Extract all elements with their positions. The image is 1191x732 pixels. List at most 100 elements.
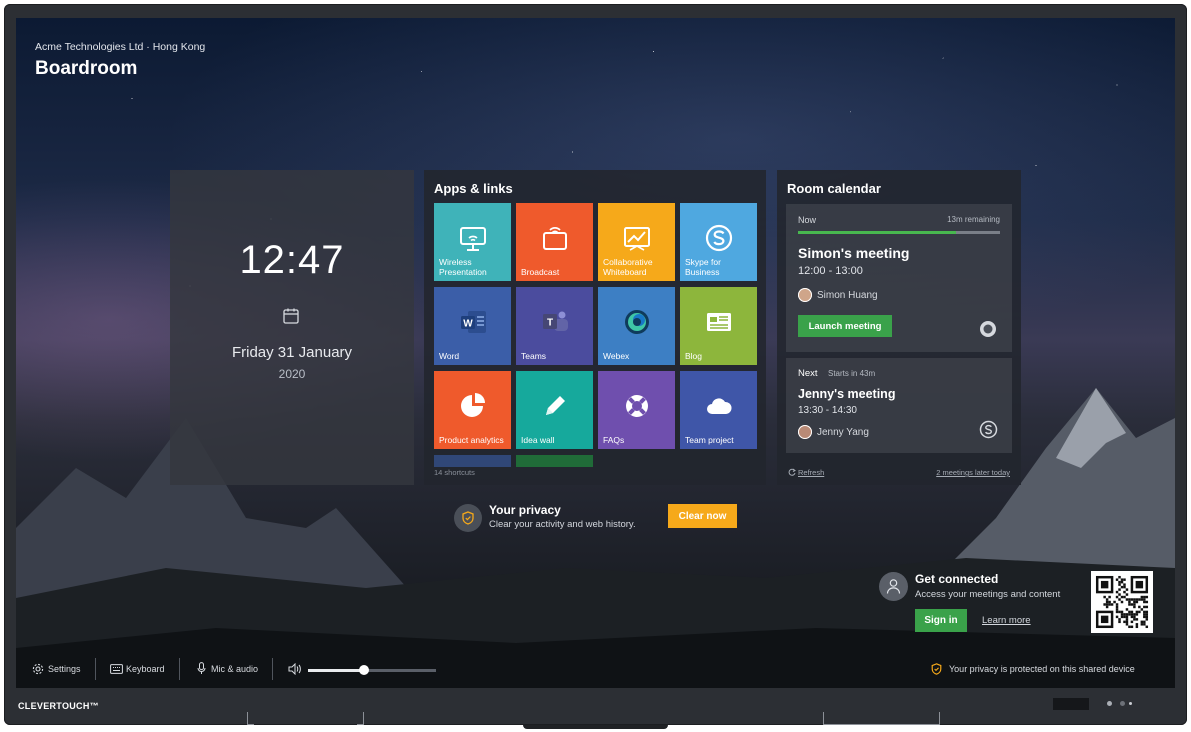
settings-button[interactable]: Settings (48, 664, 81, 674)
mic-audio-button[interactable]: Mic & audio (211, 664, 258, 674)
connect-subtitle: Access your meetings and content (915, 589, 1061, 600)
toolbar-divider (95, 658, 96, 680)
frame-corner-mark (823, 712, 940, 725)
meeting-progress-fill (798, 231, 956, 234)
teams-icon: T (543, 311, 568, 331)
connect-title: Get connected (915, 572, 999, 586)
webex-icon (625, 310, 649, 334)
avatar (798, 288, 812, 302)
app-tile-label: Product analytics (439, 434, 504, 445)
bottom-toolbar: Settings Keyboard Mic & audio Your priva… (16, 650, 1175, 688)
app-tile-skype-for-business[interactable]: Skype for Business (680, 203, 757, 281)
camera-sensor (1053, 698, 1089, 710)
skype-icon (705, 224, 733, 252)
app-tile-teams[interactable]: T Teams (516, 287, 593, 365)
app-tile-label: Collaborative Whiteboard (603, 257, 653, 277)
app-tile-label: Broadcast (521, 266, 560, 277)
learn-more-link[interactable]: Learn more (982, 615, 1031, 626)
app-tile-blog[interactable]: Blog (680, 287, 757, 365)
meeting-progress-bar (798, 231, 1000, 234)
now-label: Now (798, 215, 817, 225)
whiteboard-icon (624, 227, 650, 251)
wireless-presentation-icon (460, 227, 486, 251)
app-tile-faqs[interactable]: FAQs (598, 371, 675, 449)
current-meeting-title: Simon's meeting (798, 245, 910, 261)
app-tile-label: Webex (603, 350, 630, 361)
clear-now-button[interactable]: Clear now (668, 504, 737, 528)
next-meeting-organizer: Jenny Yang (817, 427, 869, 438)
app-tile-label: Wireless Presentation (439, 257, 487, 277)
blog-icon (707, 313, 731, 331)
next-meeting-time: 13:30 - 14:30 (798, 405, 857, 416)
room-title: Boardroom (35, 58, 138, 79)
microphone-icon[interactable] (197, 662, 206, 675)
apps-title: Apps & links (434, 181, 513, 196)
clock-time: 12:47 (239, 238, 345, 282)
privacy-badge (454, 504, 482, 532)
shield-icon (462, 511, 474, 525)
shield-icon (931, 663, 942, 675)
next-meeting-title: Jenny's meeting (798, 387, 896, 401)
sign-in-button[interactable]: Sign in (915, 609, 967, 632)
room-calendar-panel: Room calendar Now 13m remaining Simon's … (777, 170, 1021, 485)
volume-slider-handle[interactable] (359, 665, 370, 675)
frame-corner-mark (357, 712, 364, 725)
display-stand (523, 725, 668, 729)
clock-date: Friday 31 January (231, 344, 353, 361)
privacy-title: Your privacy (489, 503, 561, 517)
volume-slider-fill (308, 669, 365, 672)
toolbar-divider (272, 658, 273, 680)
refresh-link[interactable]: Refresh (798, 468, 824, 477)
app-tile-label: FAQs (603, 434, 625, 445)
clock-panel: 12:47 Friday 31 January 2020 (170, 170, 414, 485)
app-tile-label: Team project (685, 434, 734, 445)
later-meetings-link[interactable]: 2 meetings later today (936, 468, 1010, 477)
next-label: Next (798, 368, 818, 379)
gear-icon[interactable] (32, 663, 44, 675)
privacy-footer-text: Your privacy is protected on this shared… (949, 664, 1135, 674)
app-tile-collaborative-whiteboard[interactable]: Collaborative Whiteboard (598, 203, 675, 281)
app-tile-label: Idea wall (521, 434, 555, 445)
shortcuts-count: 14 shortcuts (434, 468, 475, 477)
frame-corner-mark (247, 712, 254, 725)
app-tile-idea-wall[interactable]: Idea wall (516, 371, 593, 449)
app-tile-partial (516, 455, 593, 467)
svg-text:T: T (547, 318, 553, 329)
toolbar-divider (179, 658, 180, 680)
cloud-icon (707, 398, 732, 414)
app-tile-word[interactable]: W Word (434, 287, 511, 365)
user-avatar (879, 572, 908, 601)
launch-meeting-button[interactable]: Launch meeting (798, 315, 892, 337)
calendar-icon (283, 308, 299, 324)
keyboard-button[interactable]: Keyboard (126, 664, 165, 674)
current-meeting-organizer: Simon Huang (817, 290, 878, 301)
brand-logo: CLEVERTOUCH™ (18, 701, 99, 711)
keyboard-icon[interactable] (110, 664, 123, 674)
screen: Acme Technologies Ltd · Hong Kong Boardr… (16, 18, 1175, 688)
pie-chart-icon (461, 393, 485, 417)
app-tile-product-analytics[interactable]: Product analytics (434, 371, 511, 449)
organization-label: Acme Technologies Ltd · Hong Kong (35, 41, 206, 53)
next-meeting-card: Next Starts in 43m Jenny's meeting 13:30… (786, 358, 1012, 453)
qr-code[interactable] (1091, 571, 1153, 633)
volume-icon[interactable] (288, 663, 302, 675)
app-tile-label: Teams (521, 350, 547, 361)
indicator-led (1129, 702, 1132, 705)
app-tile-wireless-presentation[interactable]: Wireless Presentation (434, 203, 511, 281)
app-tile-webex[interactable]: Webex (598, 287, 675, 365)
volume-slider[interactable] (308, 665, 436, 675)
user-icon (886, 579, 901, 594)
clock-year: 2020 (278, 367, 306, 381)
refresh-icon[interactable] (788, 468, 796, 476)
skype-icon (979, 420, 998, 439)
apps-panel: Apps & links Wireless Presentation Broadc… (424, 170, 766, 485)
app-tile-team-project[interactable]: Team project (680, 371, 757, 449)
privacy-subtitle: Clear your activity and web history. (489, 519, 636, 530)
app-tile-partial (434, 455, 511, 467)
word-icon: W (461, 311, 486, 333)
svg-text:W: W (463, 319, 473, 330)
current-meeting-card: Now 13m remaining Simon's meeting 12:00 … (786, 204, 1012, 352)
pencil-icon (546, 396, 565, 415)
app-tile-broadcast[interactable]: Broadcast (516, 203, 593, 281)
qr-code-icon (1095, 575, 1149, 629)
